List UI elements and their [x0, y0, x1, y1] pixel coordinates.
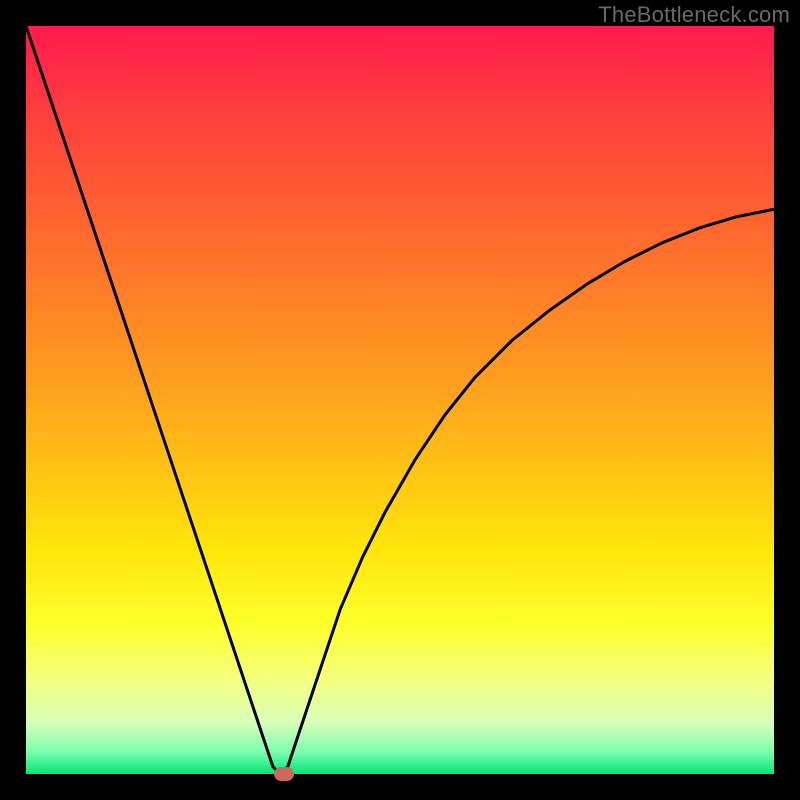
- plot-area: [26, 26, 774, 774]
- watermark-text: TheBottleneck.com: [598, 2, 790, 28]
- chart-frame: TheBottleneck.com: [0, 0, 800, 800]
